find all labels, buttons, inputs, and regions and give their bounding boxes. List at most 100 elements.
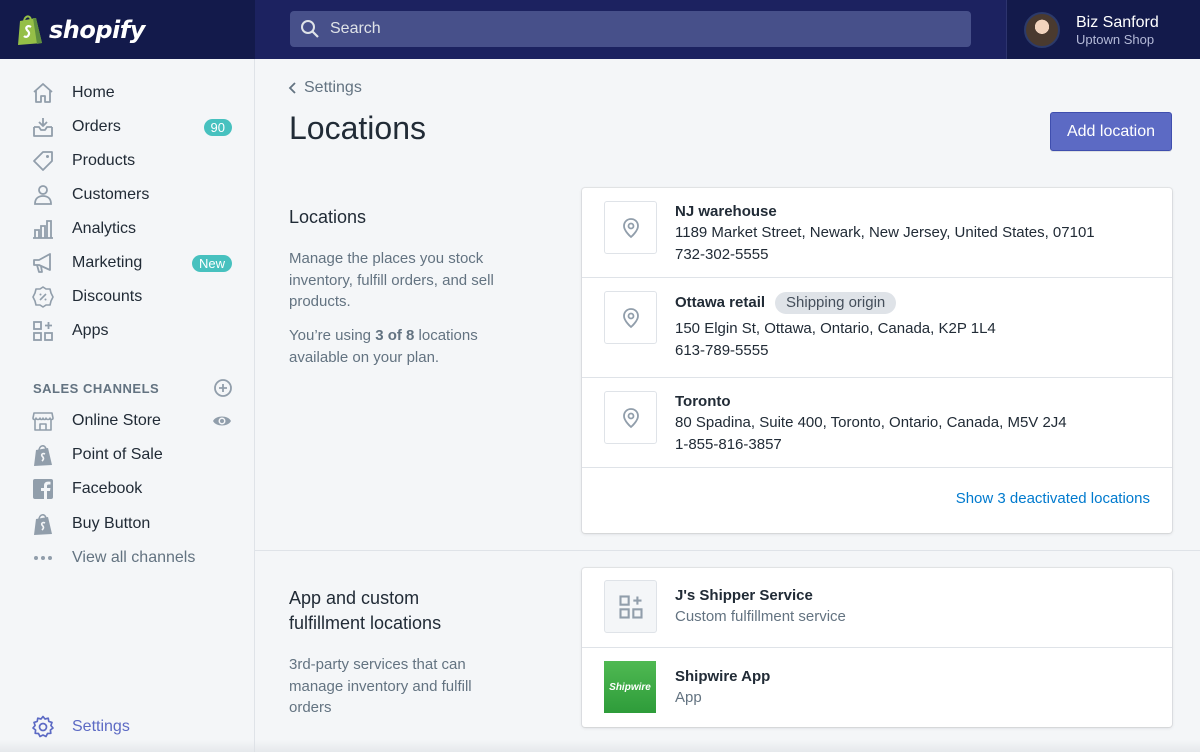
megaphone-icon bbox=[30, 250, 56, 276]
home-icon bbox=[30, 80, 56, 106]
location-row[interactable]: Toronto 80 Spadina, Suite 400, Toronto, … bbox=[582, 378, 1172, 468]
bottom-shadow bbox=[0, 740, 1200, 752]
new-badge: New bbox=[191, 254, 232, 272]
page-title: Locations bbox=[289, 110, 426, 146]
chevron-left-icon bbox=[288, 82, 296, 94]
location-phone: 732-302-5555 bbox=[675, 245, 769, 263]
sidebar-item-analytics[interactable]: Analytics bbox=[30, 214, 236, 244]
sidebar-item-label: Marketing bbox=[72, 254, 143, 271]
sidebar-item-marketing[interactable]: Marketing New bbox=[30, 248, 236, 278]
locations-usage-text: You’re using 3 of 8 locations available … bbox=[289, 327, 478, 366]
eye-icon[interactable] bbox=[212, 411, 232, 431]
orders-icon bbox=[30, 114, 56, 140]
add-channel-icon[interactable] bbox=[213, 378, 233, 398]
apps-icon bbox=[604, 580, 657, 633]
shopping-bag-icon bbox=[30, 442, 56, 468]
fulfillment-row[interactable]: J's Shipper Service Custom fulfillment s… bbox=[582, 568, 1172, 648]
sidebar-item-label: View all channels bbox=[72, 549, 196, 566]
section-divider bbox=[255, 550, 1200, 551]
add-location-button[interactable]: Add location bbox=[1050, 112, 1172, 151]
usage-count: 3 of 8 bbox=[375, 327, 415, 344]
fulfillment-name: Shipwire App bbox=[675, 668, 771, 685]
fulfillment-section-description: 3rd-party services that can manage inven… bbox=[289, 656, 472, 716]
sidebar-item-buy-button[interactable]: Buy Button bbox=[30, 509, 236, 539]
breadcrumb-label: Settings bbox=[304, 79, 362, 96]
fulfillment-type: Custom fulfillment service bbox=[675, 608, 846, 625]
sidebar-item-label: Customers bbox=[72, 186, 150, 203]
location-row[interactable]: NJ warehouse 1189 Market Street, Newark,… bbox=[582, 188, 1172, 278]
shopify-bag-icon bbox=[18, 14, 42, 45]
location-name: Toronto bbox=[675, 393, 731, 410]
sidebar-item-label: Point of Sale bbox=[72, 446, 163, 463]
sidebar-item-label: Orders bbox=[72, 118, 121, 135]
user-menu[interactable]: Biz Sanford Uptown Shop bbox=[1006, 0, 1200, 59]
store-icon bbox=[30, 408, 56, 434]
sidebar-item-facebook[interactable]: Facebook bbox=[30, 474, 236, 504]
search-icon bbox=[301, 20, 319, 38]
shipping-origin-badge: Shipping origin bbox=[775, 292, 897, 314]
sidebar-item-label: Apps bbox=[72, 322, 109, 339]
sidebar-item-point-of-sale[interactable]: Point of Sale bbox=[30, 440, 236, 470]
breadcrumb[interactable]: Settings bbox=[287, 79, 362, 97]
sidebar: Home Orders 90 Products Customers Analyt… bbox=[0, 59, 255, 752]
sidebar-item-label: Analytics bbox=[72, 220, 137, 237]
locations-card: NJ warehouse 1189 Market Street, Newark,… bbox=[582, 188, 1172, 533]
sidebar-item-products[interactable]: Products bbox=[30, 146, 236, 176]
apps-icon bbox=[30, 318, 56, 344]
avatar bbox=[1024, 11, 1060, 48]
location-name-line: Ottawa retail Shipping origin bbox=[675, 292, 996, 314]
brand-name: shopify bbox=[49, 15, 145, 44]
sidebar-item-home[interactable]: Home bbox=[30, 78, 236, 108]
show-deactivated-link[interactable]: Show 3 deactivated locations bbox=[956, 490, 1150, 507]
location-address: 80 Spadina, Suite 400, Toronto, Ontario,… bbox=[675, 414, 1067, 431]
location-address: 150 Elgin St, Ottawa, Ontario, Canada, K… bbox=[675, 320, 996, 337]
sidebar-item-label: Facebook bbox=[72, 480, 143, 497]
sidebar-item-settings[interactable]: Settings bbox=[30, 712, 236, 742]
facebook-icon bbox=[30, 476, 56, 502]
location-pin-icon bbox=[604, 201, 657, 254]
sidebar-item-orders[interactable]: Orders 90 bbox=[30, 112, 236, 142]
location-address: 1189 Market Street, Newark, New Jersey, … bbox=[675, 224, 1095, 241]
sidebar-item-label: Products bbox=[72, 152, 136, 169]
sidebar-item-label: Discounts bbox=[72, 288, 143, 305]
tag-icon bbox=[30, 148, 56, 174]
location-name: NJ warehouse bbox=[675, 203, 777, 220]
locations-section-title: Locations bbox=[289, 207, 367, 227]
more-dots-icon bbox=[30, 545, 56, 571]
sidebar-item-label: Buy Button bbox=[72, 515, 151, 532]
shopping-bag-icon bbox=[30, 511, 56, 537]
location-pin-icon bbox=[604, 291, 657, 344]
location-name: Ottawa retail bbox=[675, 294, 766, 311]
sidebar-item-label: Online Store bbox=[72, 412, 161, 429]
sidebar-item-online-store[interactable]: Online Store bbox=[30, 406, 236, 436]
fulfillment-row[interactable]: Shipwire Shipwire App App bbox=[582, 648, 1172, 727]
location-pin-icon bbox=[604, 391, 657, 444]
locations-section-description: Manage the places you stock inventory, f… bbox=[289, 250, 494, 310]
orders-count-badge: 90 bbox=[203, 118, 232, 136]
view-all-channels-link[interactable]: View all channels bbox=[30, 543, 236, 573]
search-input[interactable] bbox=[330, 20, 930, 38]
sidebar-item-apps[interactable]: Apps bbox=[30, 316, 236, 346]
bar-chart-icon bbox=[30, 216, 56, 242]
user-name: Biz Sanford bbox=[1076, 13, 1159, 31]
fulfillment-type: App bbox=[675, 689, 702, 706]
person-icon bbox=[30, 182, 56, 208]
fulfillment-section-title: App and custom fulfillment locations bbox=[289, 588, 442, 633]
shipwire-logo: Shipwire bbox=[604, 661, 656, 713]
fulfillment-name: J's Shipper Service bbox=[675, 587, 813, 604]
shop-name: Uptown Shop bbox=[1076, 31, 1155, 47]
sidebar-item-label: Settings bbox=[72, 718, 130, 735]
sidebar-item-label: Home bbox=[72, 84, 115, 101]
search-bar[interactable] bbox=[290, 11, 971, 47]
location-row[interactable]: Ottawa retail Shipping origin 150 Elgin S… bbox=[582, 278, 1172, 378]
deactivated-row: Show 3 deactivated locations bbox=[582, 468, 1172, 533]
fulfillment-card: J's Shipper Service Custom fulfillment s… bbox=[582, 568, 1172, 727]
sidebar-item-customers[interactable]: Customers bbox=[30, 180, 236, 210]
discount-icon bbox=[30, 284, 56, 310]
location-phone: 1-855-816-3857 bbox=[675, 435, 782, 453]
location-phone: 613-789-5555 bbox=[675, 341, 769, 359]
gear-icon bbox=[30, 714, 56, 740]
shopify-logo[interactable]: shopify bbox=[0, 0, 255, 59]
sales-channels-header: SALES CHANNELS bbox=[33, 381, 160, 396]
sidebar-item-discounts[interactable]: Discounts bbox=[30, 282, 236, 312]
